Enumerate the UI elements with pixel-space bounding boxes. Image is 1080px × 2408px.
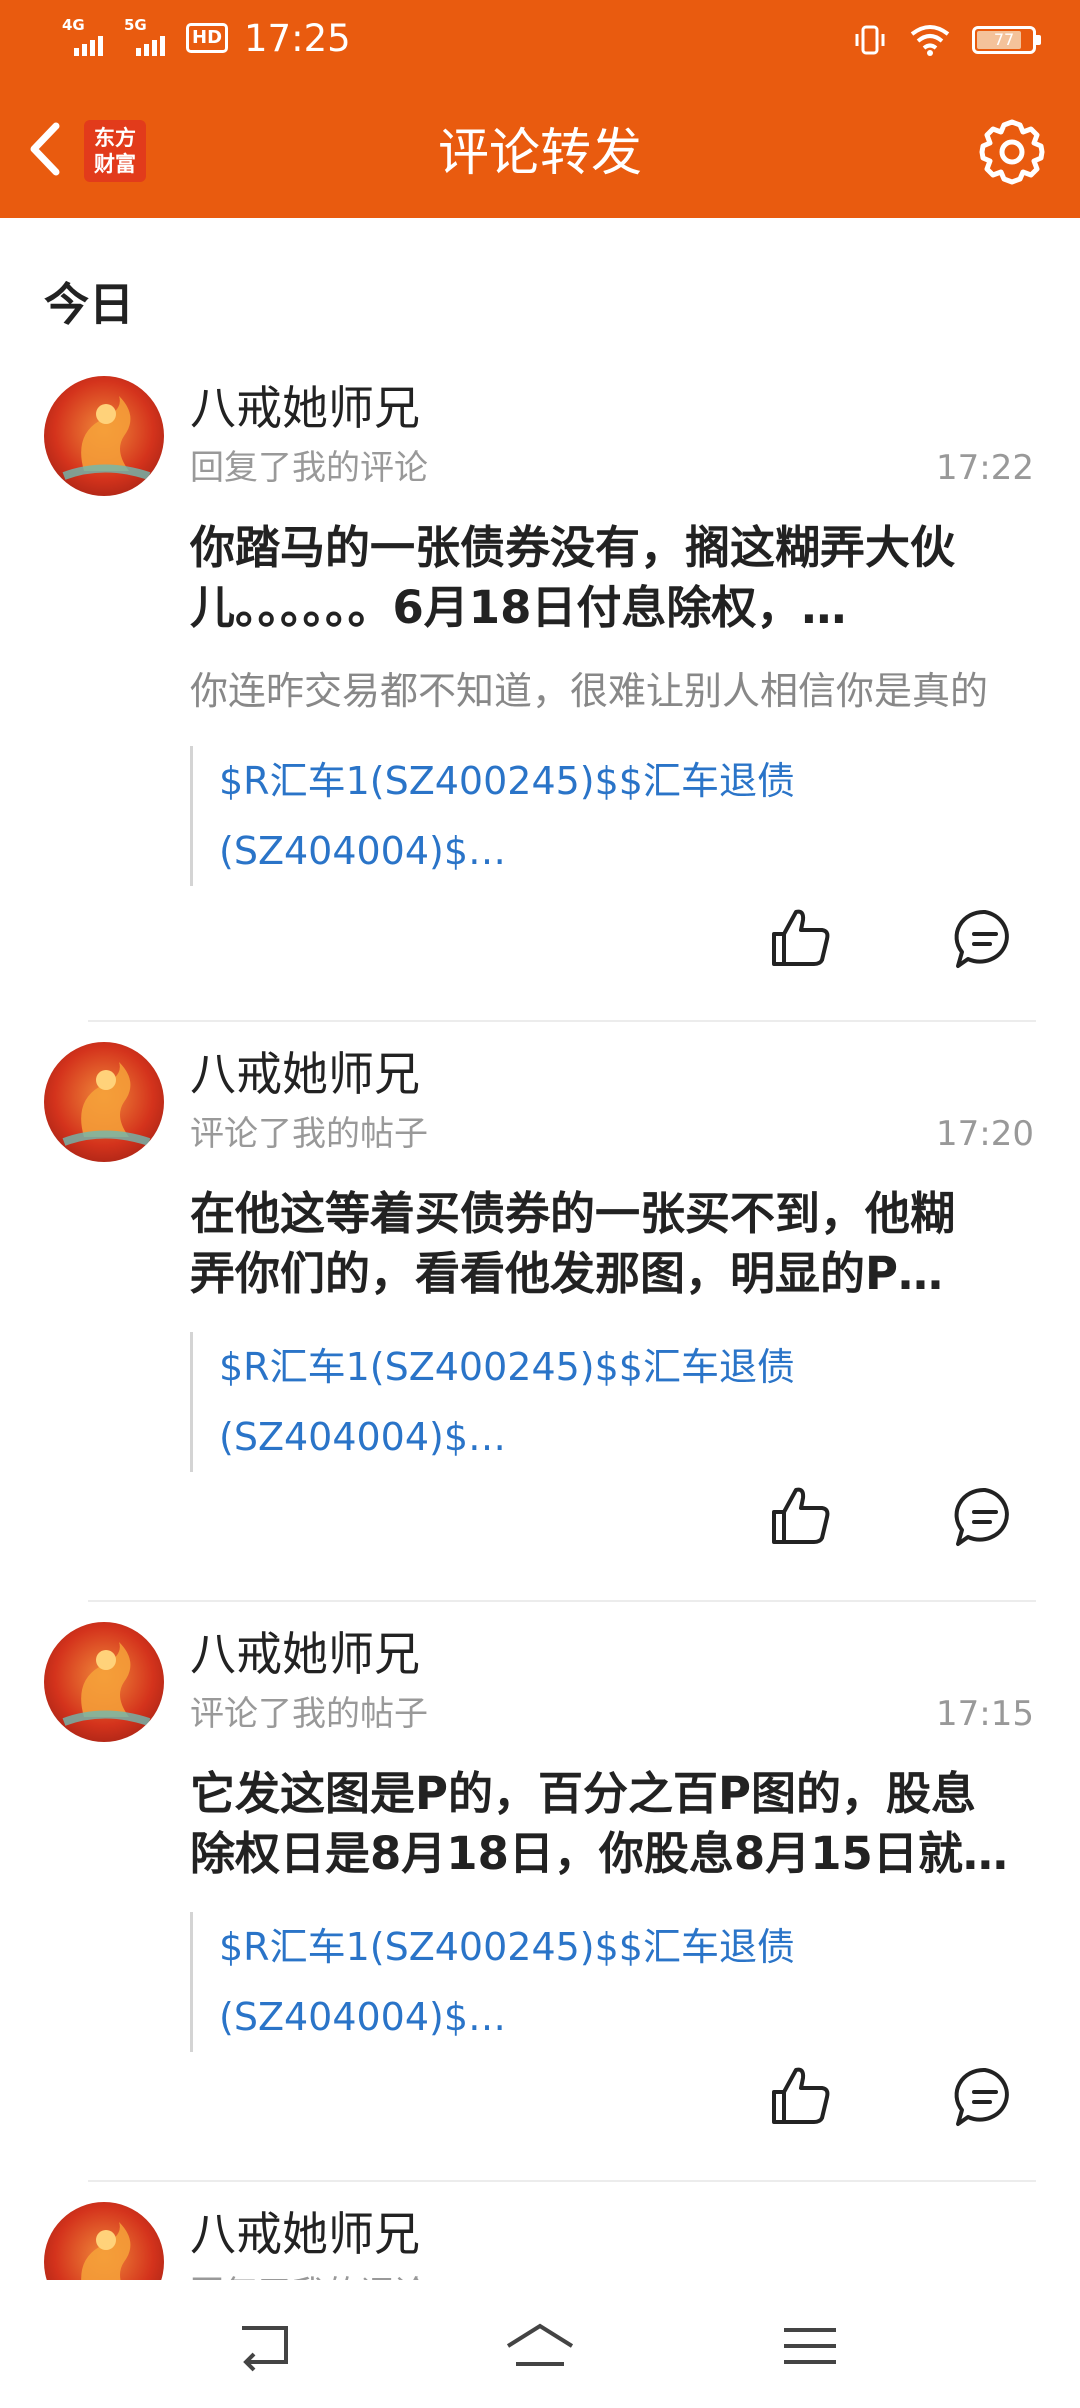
timestamp: 17:20	[936, 1114, 1034, 1154]
comment-content[interactable]: 它发这图是P的，百分之百P图的，股息 除权日是8月18日，你股息8月15日就…	[190, 1764, 1040, 1884]
status-bar: 4G 5G HD 17:25 77	[0, 0, 1080, 84]
divider	[88, 1020, 1036, 1022]
timestamp: 17:15	[936, 1694, 1034, 1734]
signal-5g-icon: 5G	[124, 16, 176, 60]
comment-content[interactable]: 在他这等着买债券的一张买不到，他糊 弄你们的，看看他发那图，明显的P…	[190, 1184, 1040, 1304]
like-icon[interactable]	[766, 904, 836, 974]
system-home-icon[interactable]	[500, 2316, 580, 2376]
status-time: 17:25	[244, 16, 351, 60]
content-line: 除权日是8月18日，你股息8月15日就…	[190, 1827, 1008, 1880]
action-text: 回复了我的评论	[190, 448, 428, 488]
top-bar: 4G 5G HD 17:25 77 东方 财富 评论转发	[0, 0, 1080, 218]
dragon-avatar-image	[81, 2222, 131, 2280]
wifi-icon	[910, 25, 950, 56]
user-name[interactable]: 八戒她师兄	[190, 1044, 420, 1104]
status-right: 77	[852, 22, 1041, 58]
content-line: 你踏马的一张债券没有，搁这糊弄大伙	[190, 521, 956, 574]
avatar[interactable]	[44, 1042, 164, 1162]
user-name[interactable]: 八戒她师兄	[190, 378, 420, 438]
content-line: 弄你们的，看看他发那图，明显的P…	[190, 1247, 943, 1300]
comment-icon[interactable]	[950, 904, 1020, 974]
ref-line: (SZ404004)$…	[219, 829, 507, 873]
hd-voice-icon: HD	[186, 23, 229, 53]
avatar[interactable]	[44, 376, 164, 496]
quoted-comment[interactable]: 你连昨交易都不知道，很难让别人相信你是真的	[190, 666, 1040, 716]
comment-icon[interactable]	[950, 1482, 1020, 1552]
divider	[88, 2180, 1036, 2182]
system-menu-icon[interactable]	[770, 2316, 850, 2376]
ref-line: $R汇车1(SZ400245)$$汇车退债	[219, 1925, 795, 1969]
dragon-avatar-image	[62, 1642, 151, 1726]
avatar[interactable]	[44, 2202, 164, 2280]
action-text: 回复了我的评论	[190, 2272, 428, 2280]
signal-4g-icon: 4G	[62, 16, 114, 60]
system-nav-bar	[0, 2280, 1080, 2408]
network-type-label: 4G	[62, 16, 85, 34]
ref-line: (SZ404004)$…	[219, 1415, 507, 1459]
comment-content[interactable]: 你踏马的一张债券没有，搁这糊弄大伙 儿。。。。。。6月18日付息除权，…	[190, 518, 1040, 638]
like-icon[interactable]	[766, 1482, 836, 1552]
timestamp: 17:22	[936, 448, 1034, 488]
content-line: 儿。。。。。。6月18日付息除权，…	[190, 581, 847, 634]
comment-icon[interactable]	[950, 2062, 1020, 2132]
referenced-post[interactable]: $R汇车1(SZ400245)$$汇车退债 (SZ404004)$…	[190, 1912, 890, 2052]
content-line: 它发这图是P的，百分之百P图的，股息	[190, 1767, 976, 1820]
ref-line: (SZ404004)$…	[219, 1995, 507, 2039]
action-text: 评论了我的帖子	[190, 1114, 428, 1154]
section-title-today: 今日	[44, 278, 135, 331]
ref-line: $R汇车1(SZ400245)$$汇车退债	[219, 1345, 795, 1389]
like-icon[interactable]	[766, 2062, 836, 2132]
dragon-avatar-image	[62, 1062, 151, 1146]
action-text: 评论了我的帖子	[190, 1694, 428, 1734]
status-left: 4G 5G HD 17:25	[62, 16, 351, 60]
avatar[interactable]	[44, 1622, 164, 1742]
notification-item[interactable]: 八戒她师兄 回复了我的评论	[0, 2202, 1080, 2280]
content-line: 在他这等着买债券的一张买不到，他糊	[190, 1187, 956, 1240]
referenced-post[interactable]: $R汇车1(SZ400245)$$汇车退债 (SZ404004)$…	[190, 1332, 890, 1472]
system-back-icon[interactable]	[228, 2316, 308, 2376]
battery-level: 77	[993, 30, 1015, 49]
gear-icon[interactable]	[976, 116, 1048, 188]
nav-bar: 东方 财富 评论转发	[0, 84, 1080, 218]
ref-line: $R汇车1(SZ400245)$$汇车退债	[219, 759, 795, 803]
page-title: 评论转发	[437, 124, 642, 183]
user-name[interactable]: 八戒她师兄	[190, 1624, 420, 1684]
divider	[88, 1600, 1036, 1602]
network-type-label: 5G	[124, 16, 147, 34]
user-name[interactable]: 八戒她师兄	[190, 2204, 420, 2264]
referenced-post[interactable]: $R汇车1(SZ400245)$$汇车退债 (SZ404004)$…	[190, 746, 890, 886]
battery-icon: 77	[972, 26, 1041, 54]
dragon-avatar-image	[62, 396, 151, 480]
vibrate-icon	[855, 25, 885, 55]
